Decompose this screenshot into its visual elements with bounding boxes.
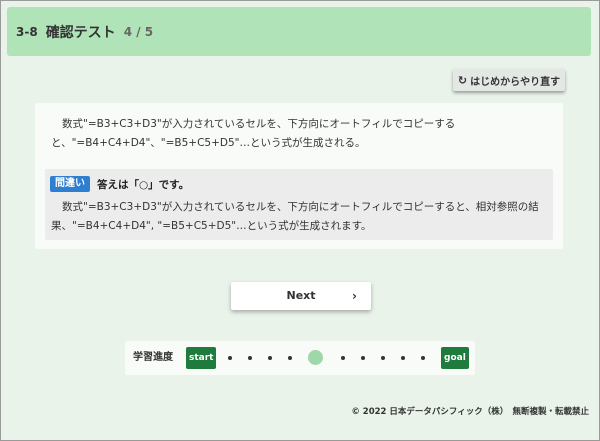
next-label: Next xyxy=(286,289,316,302)
progress-dot xyxy=(361,356,365,360)
answer-text: 答えは「○」です。 xyxy=(97,179,190,191)
header-bar: 3-8 確認テスト 4 / 5 xyxy=(7,7,591,56)
tracker-label: 学習進度 xyxy=(133,352,173,363)
copyright-footer: © 2022 日本データパシフィック（株） 無断複製・転載禁止 xyxy=(351,407,589,417)
progress-dot xyxy=(421,356,425,360)
progress-dot xyxy=(268,356,272,360)
question-text: 数式"=B3+C3+D3"が入力されているセルを、下方向にオートフィルでコピーす… xyxy=(51,118,456,149)
start-marker: start xyxy=(186,347,217,369)
progress-dot xyxy=(288,356,292,360)
app-frame: 3-8 確認テスト 4 / 5 ↻ はじめからやり直す 数式"=B3+C3+D3… xyxy=(0,0,600,441)
page-title: 確認テスト xyxy=(45,24,116,41)
refresh-icon: ↻ xyxy=(457,73,468,87)
result-badge: 間違い xyxy=(50,176,90,192)
explanation-text: 数式"=B3+C3+D3"が入力されているセルを、下方向にオートフィルでコピーす… xyxy=(51,201,539,232)
progress-dot xyxy=(401,356,405,360)
question-card: 数式"=B3+C3+D3"が入力されているセルを、下方向にオートフィルでコピーす… xyxy=(35,103,563,249)
progress-dot xyxy=(381,356,385,360)
goal-marker: goal xyxy=(441,347,469,369)
feedback-box: 間違い 答えは「○」です。 数式"=B3+C3+D3"が入力されているセルを、下… xyxy=(45,169,553,240)
question-progress: 4 / 5 xyxy=(123,24,154,39)
restart-button[interactable]: ↻ はじめからやり直す xyxy=(453,69,565,91)
progress-dot xyxy=(248,356,252,360)
progress-dot xyxy=(228,356,232,360)
restart-label: はじめからやり直す xyxy=(470,76,561,88)
section-number: 3-8 xyxy=(16,24,38,39)
current-step-indicator xyxy=(308,350,323,365)
progress-dot xyxy=(341,356,345,360)
next-button[interactable]: Next › xyxy=(231,282,371,310)
chevron-right-icon: › xyxy=(352,289,357,303)
progress-tracker: 学習進度 start goal xyxy=(125,341,475,375)
